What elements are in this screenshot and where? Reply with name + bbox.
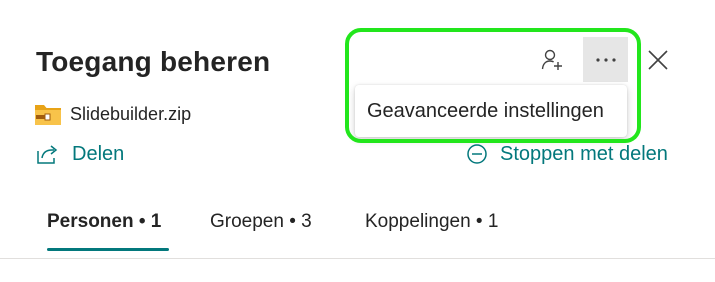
close-button[interactable] bbox=[640, 42, 676, 78]
active-tab-indicator bbox=[47, 248, 169, 251]
tab-people[interactable]: Personen • 1 bbox=[47, 206, 161, 238]
divider bbox=[0, 258, 715, 259]
share-link[interactable]: Delen bbox=[36, 140, 124, 168]
tab-groups[interactable]: Groepen • 3 bbox=[210, 206, 312, 238]
add-person-icon bbox=[541, 49, 562, 70]
close-icon bbox=[648, 50, 668, 70]
panel-title: Toegang beheren bbox=[36, 46, 271, 77]
file-row: Slidebuilder.zip bbox=[34, 101, 191, 127]
menu-item-advanced-settings[interactable]: Geavanceerde instellingen bbox=[367, 97, 604, 125]
stop-sharing-icon bbox=[467, 144, 487, 164]
more-options-button[interactable] bbox=[583, 37, 628, 82]
share-icon bbox=[37, 145, 58, 164]
more-options-icon bbox=[595, 57, 616, 62]
add-person-button[interactable] bbox=[536, 44, 568, 76]
stop-sharing-link[interactable]: Stoppen met delen bbox=[466, 140, 668, 168]
share-label: Delen bbox=[72, 142, 125, 165]
stop-sharing-label: Stoppen met delen bbox=[500, 142, 668, 165]
file-name: Slidebuilder.zip bbox=[70, 103, 192, 124]
tab-bar: Personen • 1 Groepen • 3 Koppelingen • 1 bbox=[0, 200, 715, 260]
tab-links[interactable]: Koppelingen • 1 bbox=[365, 206, 498, 238]
zip-folder-icon bbox=[34, 101, 62, 127]
more-options-menu: Geavanceerde instellingen bbox=[355, 85, 627, 137]
